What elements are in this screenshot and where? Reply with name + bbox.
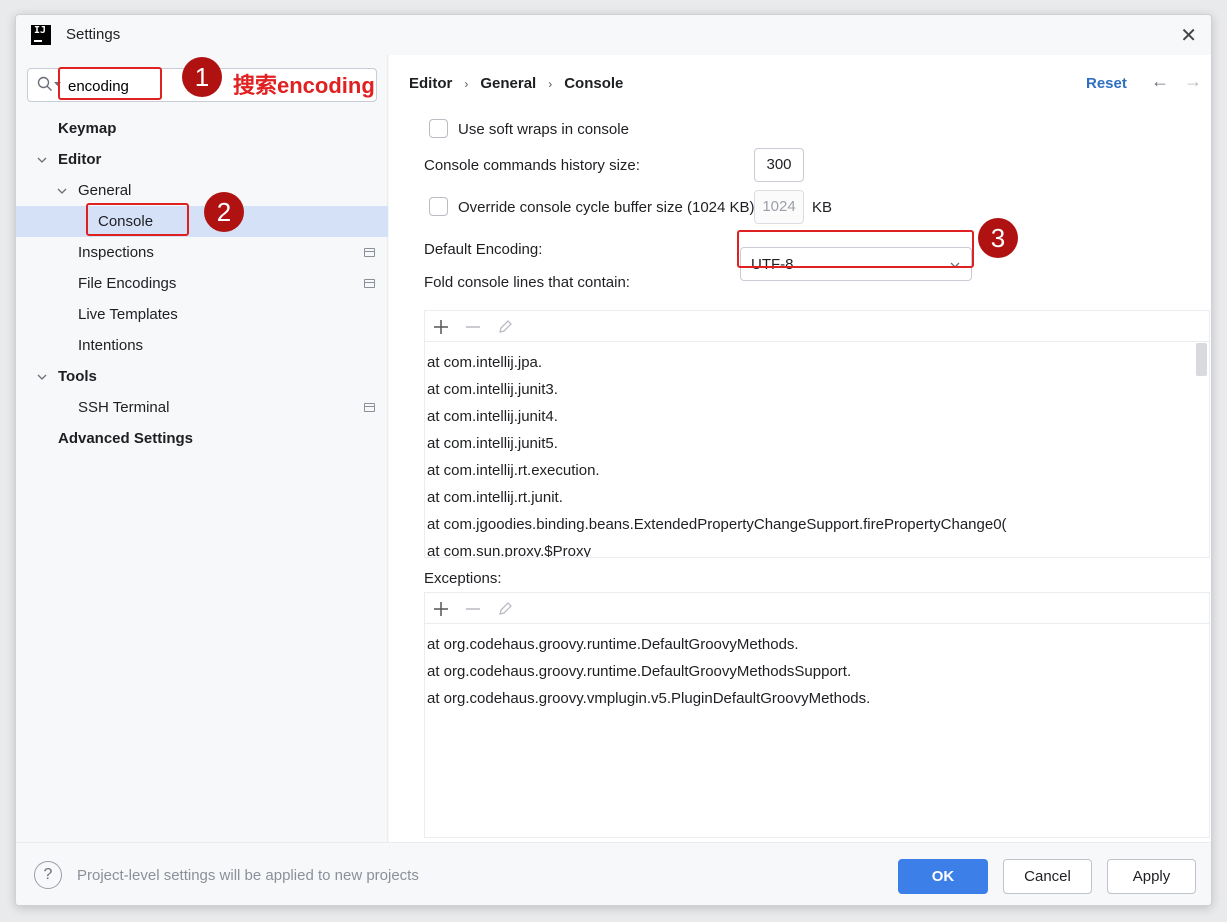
cancel-button[interactable]: Cancel: [1003, 859, 1092, 894]
forward-arrow-icon[interactable]: →: [1184, 71, 1202, 92]
list-item[interactable]: at com.sun.proxy.$Proxy: [427, 538, 591, 557]
intellij-logo-icon: IJ: [31, 25, 51, 45]
chevron-down-icon[interactable]: [36, 371, 48, 383]
tree-item-editor[interactable]: Editor: [58, 144, 101, 175]
fold-lines-toolbar: [425, 311, 1209, 342]
add-icon[interactable]: [431, 317, 451, 337]
add-icon[interactable]: [431, 599, 451, 619]
window-title: Settings: [66, 26, 121, 43]
buffer-unit-label: KB: [812, 199, 833, 216]
chevron-down-icon[interactable]: [36, 154, 48, 166]
history-size-input[interactable]: 300: [754, 148, 804, 182]
scrollbar[interactable]: [1196, 343, 1207, 376]
tree-item-tools[interactable]: Tools: [58, 361, 97, 392]
selected-row-highlight: [16, 206, 388, 237]
remove-icon[interactable]: [463, 599, 483, 619]
list-item[interactable]: at com.intellij.junit3.: [427, 376, 558, 403]
tree-item-ssh-terminal[interactable]: SSH Terminal: [78, 392, 169, 423]
tree-item-live-templates[interactable]: Live Templates: [78, 299, 178, 330]
default-encoding-label: Default Encoding:: [424, 241, 543, 258]
list-item[interactable]: at org.codehaus.groovy.vmplugin.v5.Plugi…: [427, 685, 870, 712]
override-buffer-checkbox[interactable]: [429, 197, 448, 216]
soft-wraps-label: Use soft wraps in console: [458, 121, 629, 138]
dialog-footer: ? Project-level settings will be applied…: [16, 842, 1211, 905]
breadcrumb-separator-icon: ›: [464, 77, 469, 91]
exceptions-label: Exceptions:: [424, 570, 502, 587]
tree-item-advanced-settings[interactable]: Advanced Settings: [58, 423, 193, 454]
step-1-caption: 搜索encoding: [233, 73, 375, 98]
search-icon: [37, 76, 52, 91]
list-item[interactable]: at com.intellij.rt.junit.: [427, 484, 563, 511]
tree-item-keymap[interactable]: Keymap: [58, 113, 116, 144]
tree-item-general[interactable]: General: [78, 175, 131, 206]
breadcrumb: Editor › General › Console: [409, 75, 623, 92]
close-icon[interactable]: ✕: [1180, 23, 1197, 48]
search-highlight-box: [58, 67, 162, 100]
tree-item-file-encodings[interactable]: File Encodings: [78, 268, 176, 299]
ok-button[interactable]: OK: [898, 859, 988, 894]
console-highlight-box: [86, 203, 189, 236]
edit-icon[interactable]: [495, 599, 515, 619]
settings-content-pane: Editor › General › Console Reset ← → Use sof…: [389, 55, 1211, 842]
buffer-size-input: 1024: [754, 190, 804, 224]
list-item[interactable]: at com.intellij.junit4.: [427, 403, 558, 430]
settings-tree-pane: Keymap Editor General Console Inspection…: [16, 55, 388, 842]
list-item[interactable]: at com.intellij.junit5.: [427, 430, 558, 457]
project-scope-icon: [364, 403, 375, 412]
fold-lines-list: at com.intellij.jpa. at com.intellij.jun…: [424, 310, 1210, 558]
soft-wraps-checkbox[interactable]: [429, 119, 448, 138]
back-arrow-icon[interactable]: ←: [1151, 71, 1169, 92]
footer-info-text: Project-level settings will be applied t…: [77, 867, 419, 884]
chevron-down-icon[interactable]: [56, 185, 68, 197]
exceptions-list: at org.codehaus.groovy.runtime.DefaultGr…: [424, 592, 1210, 838]
help-icon[interactable]: ?: [34, 861, 62, 889]
project-scope-icon: [364, 248, 375, 257]
fold-lines-label: Fold console lines that contain:: [424, 274, 630, 291]
step-2-badge: 2: [204, 192, 244, 232]
remove-icon[interactable]: [463, 317, 483, 337]
edit-icon[interactable]: [495, 317, 515, 337]
step-1-badge: 1: [182, 57, 222, 97]
title-bar: IJ Settings ✕: [16, 15, 1211, 55]
encoding-highlight-box: [737, 230, 974, 268]
project-scope-icon: [364, 279, 375, 288]
list-item[interactable]: at org.codehaus.groovy.runtime.DefaultGr…: [427, 631, 799, 658]
step-3-badge: 3: [978, 218, 1018, 258]
list-item[interactable]: at com.intellij.rt.execution.: [427, 457, 600, 484]
settings-window: IJ Settings ✕ Keymap Editor General Cons…: [15, 14, 1212, 906]
breadcrumb-item[interactable]: General: [480, 75, 536, 92]
list-item[interactable]: at com.jgoodies.binding.beans.ExtendedPr…: [427, 511, 1007, 538]
breadcrumb-separator-icon: ›: [548, 77, 553, 91]
list-item[interactable]: at org.codehaus.groovy.runtime.DefaultGr…: [427, 658, 851, 685]
list-item[interactable]: at com.intellij.jpa.: [427, 349, 542, 376]
override-buffer-label: Override console cycle buffer size (1024…: [458, 199, 755, 216]
exceptions-toolbar: [425, 593, 1209, 624]
apply-button[interactable]: Apply: [1107, 859, 1196, 894]
breadcrumb-item: Console: [564, 75, 624, 92]
reset-link[interactable]: Reset: [1086, 75, 1127, 92]
tree-item-intentions[interactable]: Intentions: [78, 330, 143, 361]
tree-item-inspections[interactable]: Inspections: [78, 237, 154, 268]
history-size-label: Console commands history size:: [424, 157, 640, 174]
breadcrumb-item[interactable]: Editor: [409, 75, 452, 92]
